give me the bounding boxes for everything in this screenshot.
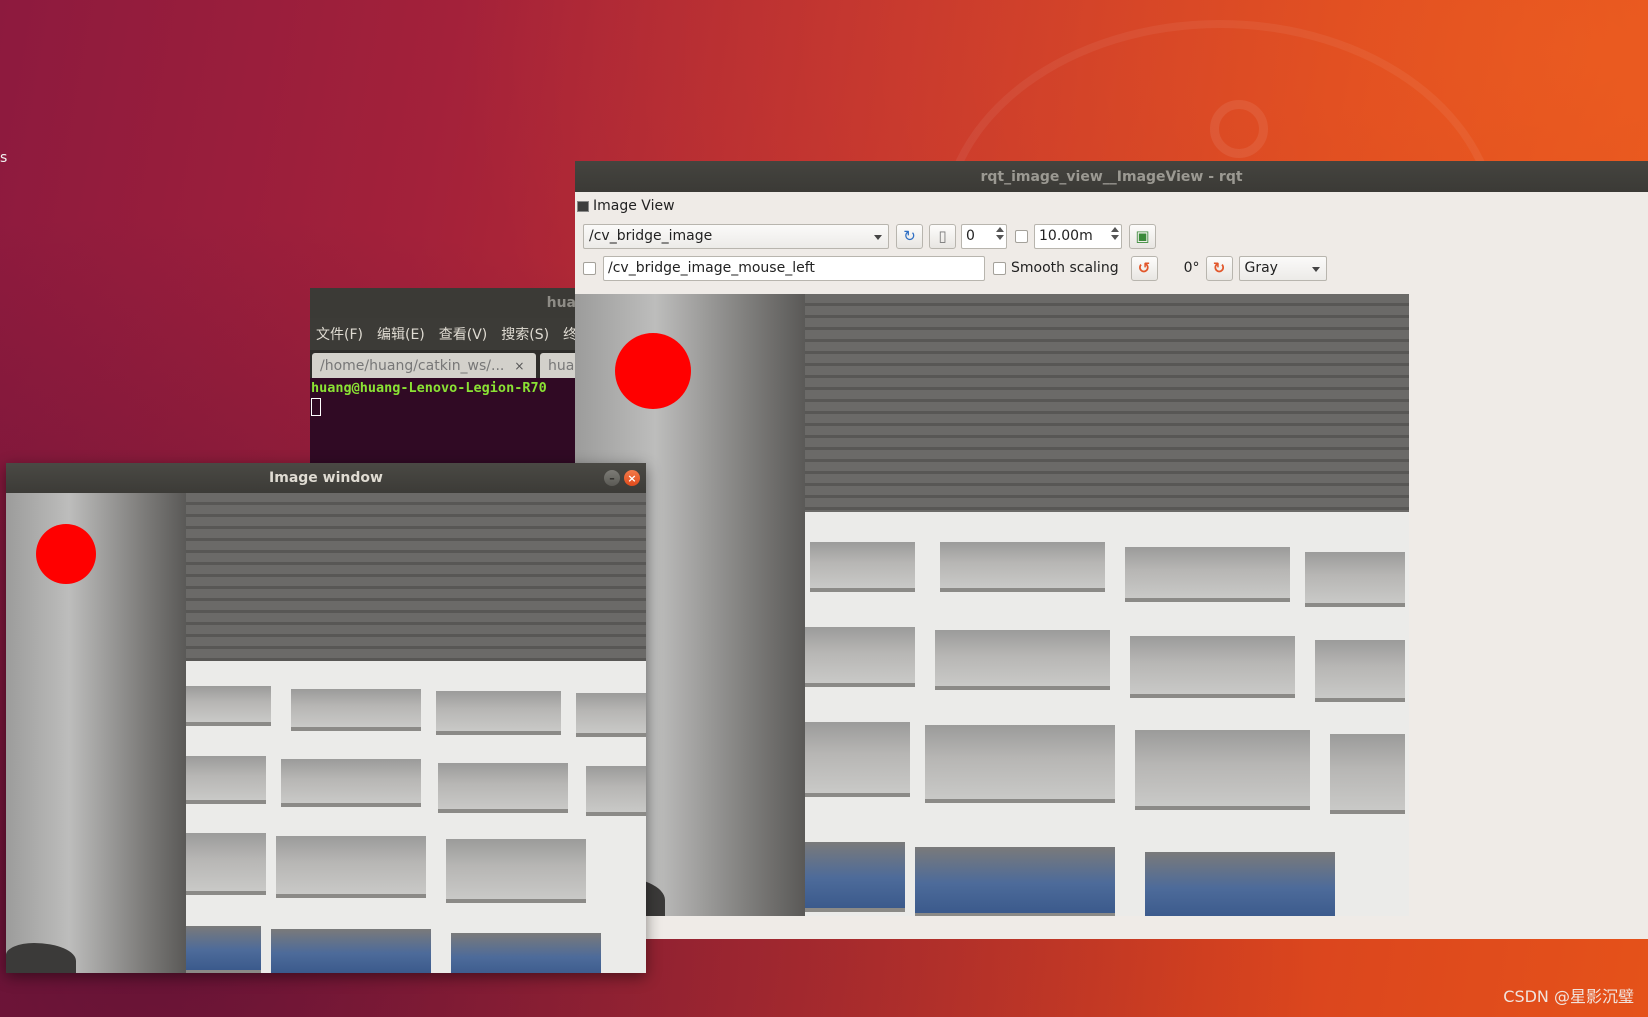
- terminal-titlebar[interactable]: huang@: [310, 288, 610, 318]
- rotate-right-icon: ↻: [1212, 259, 1226, 277]
- save-image-button[interactable]: ▣: [1129, 223, 1156, 249]
- terminal-menubar: 文件(F) 编辑(E) 查看(V) 搜索(S) 终: [310, 318, 610, 350]
- opencv-image-display[interactable]: [6, 493, 646, 973]
- rotation-label: 0°: [1183, 260, 1200, 276]
- rotate-right-button[interactable]: ↻: [1205, 255, 1233, 281]
- zoom-spinbox[interactable]: 0: [961, 223, 1007, 249]
- rqt-window[interactable]: rqt_image_view__ImageView - rqt Image Vi…: [575, 161, 1648, 939]
- topic-value: /cv_bridge_image: [589, 228, 713, 244]
- image-window-title: Image window: [269, 470, 383, 486]
- wallpaper-logo-dot: [1210, 100, 1268, 158]
- terminal-prompt: huang@huang-Lenovo-Legion-R70: [311, 380, 547, 396]
- color-scheme-value: Gray: [1244, 260, 1278, 276]
- zoom-value: 0: [966, 228, 975, 244]
- options-toolbar: /cv_bridge_image_mouse_left Smooth scali…: [583, 254, 1327, 282]
- dock-title-label: Image View: [593, 198, 675, 214]
- menu-file[interactable]: 文件(F): [316, 324, 363, 344]
- terminal-cursor: [311, 398, 321, 416]
- close-icon[interactable]: ×: [624, 470, 640, 486]
- publish-click-checkbox[interactable]: [583, 261, 596, 275]
- zoom-button[interactable]: ▯: [929, 223, 956, 249]
- chevron-down-icon: [1311, 266, 1320, 272]
- spin-arrows-icon[interactable]: [996, 226, 1004, 240]
- rqt-image-display[interactable]: [575, 294, 1409, 916]
- max-age-spinbox[interactable]: 10.00m: [1034, 223, 1122, 249]
- rotate-left-icon: ↺: [1137, 259, 1151, 277]
- terminal-output[interactable]: huang@huang-Lenovo-Legion-R70: [310, 378, 610, 418]
- spin-arrows-icon[interactable]: [1111, 226, 1119, 240]
- image-window[interactable]: Image window – ×: [6, 463, 646, 973]
- rqt-titlebar[interactable]: rqt_image_view__ImageView - rqt: [575, 161, 1648, 192]
- topic-select[interactable]: /cv_bridge_image: [583, 223, 889, 249]
- terminal-tab-label: /home/huang/catkin_ws/...: [320, 357, 505, 374]
- window-controls: – ×: [604, 470, 640, 486]
- rqt-title: rqt_image_view__ImageView - rqt: [980, 168, 1243, 185]
- dock-title[interactable]: Image View: [575, 192, 1648, 220]
- terminal-tab-1[interactable]: /home/huang/catkin_ws/... ×: [312, 353, 536, 378]
- refresh-icon: ↻: [903, 227, 916, 245]
- color-scheme-select[interactable]: Gray: [1238, 255, 1327, 281]
- rotate-left-button[interactable]: ↺: [1130, 255, 1158, 281]
- mouse-topic-value: /cv_bridge_image_mouse_left: [608, 260, 815, 276]
- menu-search[interactable]: 搜索(S): [501, 324, 549, 344]
- topic-toolbar: /cv_bridge_image ↻ ▯ 0 10.00m ▣: [583, 222, 1156, 250]
- mouse-topic-field[interactable]: /cv_bridge_image_mouse_left: [603, 255, 985, 281]
- desktop-edge-label: s: [0, 150, 8, 166]
- click-marker-dot: [615, 333, 691, 409]
- max-age-checkbox[interactable]: [1015, 229, 1028, 243]
- zoom-icon: ▯: [938, 227, 947, 245]
- chevron-down-icon: [874, 234, 882, 240]
- smooth-scaling-checkbox[interactable]: [993, 261, 1006, 275]
- terminal-window[interactable]: huang@ 文件(F) 编辑(E) 查看(V) 搜索(S) 终 /home/h…: [310, 288, 610, 488]
- smooth-scaling-label: Smooth scaling: [1011, 260, 1119, 276]
- dock-icon: [577, 200, 589, 212]
- minimize-icon[interactable]: –: [604, 470, 620, 486]
- image-window-titlebar[interactable]: Image window – ×: [6, 463, 646, 493]
- click-marker-dot: [36, 524, 96, 584]
- terminal-tabs: /home/huang/catkin_ws/... × huan: [310, 350, 610, 378]
- watermark: CSDN @星影沉璧: [1503, 987, 1634, 1006]
- menu-view[interactable]: 查看(V): [439, 324, 488, 344]
- menu-edit[interactable]: 编辑(E): [377, 324, 425, 344]
- max-age-value: 10.00m: [1039, 228, 1093, 244]
- save-image-icon: ▣: [1135, 227, 1150, 245]
- close-icon[interactable]: ×: [514, 359, 524, 373]
- refresh-button[interactable]: ↻: [896, 223, 923, 249]
